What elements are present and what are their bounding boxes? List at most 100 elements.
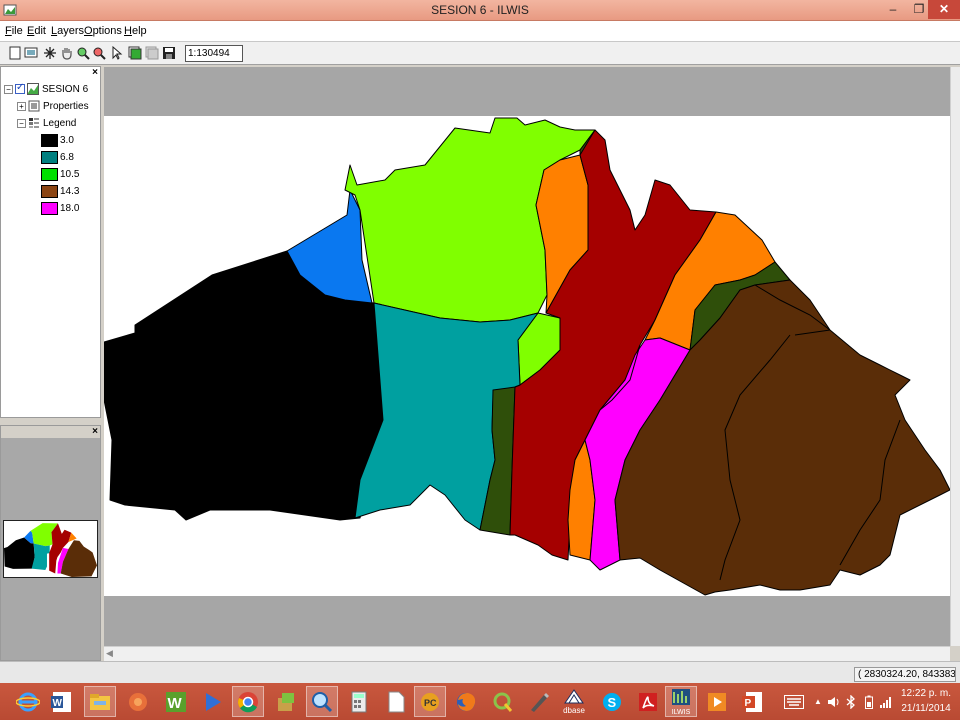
legend-swatch: [41, 201, 58, 215]
document-icon[interactable]: [380, 686, 412, 717]
menu-options[interactable]: Options: [84, 25, 122, 37]
menu-file[interactable]: File: [5, 25, 23, 37]
svg-text:S: S: [608, 695, 617, 710]
layer-visible-checkbox[interactable]: [15, 82, 25, 94]
network-signal-icon[interactable]: [878, 683, 894, 720]
legend-label: 3.0: [60, 134, 74, 146]
tree-root[interactable]: − SESION 6: [4, 82, 88, 96]
remove-layer-icon[interactable]: [144, 45, 160, 61]
calculator-icon[interactable]: [343, 686, 375, 717]
overview-map: [4, 523, 97, 577]
taskbar: W W PC dbase S ILWIS P ▲ 12:22 p. m. 21/…: [0, 683, 960, 720]
skype-icon[interactable]: S: [596, 686, 628, 717]
tray-expand-icon[interactable]: ▲: [812, 683, 824, 720]
layer-panel-close-button[interactable]: ×: [92, 67, 98, 78]
add-layer-icon[interactable]: [127, 45, 143, 61]
close-button[interactable]: ✕: [928, 0, 960, 19]
keyboard-icon[interactable]: [782, 683, 806, 720]
tree-root-label: SESION 6: [42, 83, 89, 95]
pen-icon[interactable]: [523, 686, 555, 717]
toolbar: 1:130494: [0, 41, 960, 65]
status-bar: ( 2830324.20, 843383.10): [0, 661, 960, 683]
title-bar: SESION 6 - ILWIS ‒ ❐ ✕: [0, 0, 960, 21]
legend-item: 14.3: [41, 184, 79, 198]
expand-icon[interactable]: +: [17, 101, 26, 111]
scale-field[interactable]: 1:130494: [185, 45, 243, 62]
internet-explorer-icon[interactable]: [12, 686, 44, 717]
save-icon[interactable]: [161, 45, 177, 61]
tree-properties-label: Properties: [43, 100, 89, 112]
ilwis-window: SESION 6 - ILWIS ‒ ❐ ✕ File Edit Layers …: [0, 0, 960, 720]
zoom-out-icon[interactable]: [91, 45, 107, 61]
chrome-icon[interactable]: [232, 686, 264, 717]
legend-item: 18.0: [41, 201, 79, 215]
classified-map[interactable]: [104, 67, 950, 646]
ilwis-icon[interactable]: ILWIS: [665, 686, 697, 717]
legend-item: 10.5: [41, 167, 79, 181]
tree-properties[interactable]: + Properties: [17, 99, 89, 113]
menu-bar: File Edit Layers Options Help: [0, 21, 960, 41]
firefox-icon[interactable]: [450, 686, 482, 717]
window-title: SESION 6 - ILWIS: [431, 3, 529, 17]
overview-panel: ×: [0, 425, 101, 661]
legend-swatch: [41, 133, 58, 147]
horizontal-scrollbar[interactable]: ◀: [104, 646, 950, 661]
clock-time: 12:22 p. m.: [900, 688, 952, 699]
media-player-icon[interactable]: [196, 686, 228, 717]
panel-splitter[interactable]: [0, 418, 101, 425]
legend-item: 6.8: [41, 150, 74, 164]
video-icon[interactable]: [701, 686, 733, 717]
legend-item: 3.0: [41, 133, 74, 147]
tree-legend-label: Legend: [43, 117, 77, 129]
svg-text:W: W: [53, 698, 63, 709]
open-icon[interactable]: [23, 45, 39, 61]
powerpoint-icon[interactable]: P: [737, 686, 769, 717]
legend-label: 6.8: [60, 151, 74, 163]
legend-label: 18.0: [60, 202, 80, 214]
pan-hand-icon[interactable]: [59, 45, 75, 61]
minimize-button[interactable]: ‒: [880, 0, 906, 19]
clock-date: 21/11/2014: [901, 703, 951, 714]
qgis-icon[interactable]: [487, 686, 519, 717]
battery-icon[interactable]: [862, 683, 876, 720]
svg-text:PC: PC: [424, 698, 437, 708]
search-app-icon[interactable]: [306, 686, 338, 717]
bluetooth-icon[interactable]: [844, 683, 858, 720]
legend-swatch: [41, 150, 58, 164]
menu-layers[interactable]: Layers: [51, 25, 84, 37]
winword-icon[interactable]: W: [160, 686, 192, 717]
map-view-icon: [27, 83, 39, 95]
word-icon[interactable]: W: [46, 686, 78, 717]
new-map-icon[interactable]: [7, 45, 23, 61]
collapse-icon[interactable]: −: [17, 118, 26, 128]
tree-legend[interactable]: − Legend: [17, 116, 76, 130]
scroll-left-icon[interactable]: ◀: [106, 648, 113, 659]
select-pointer-icon[interactable]: [42, 45, 58, 61]
svg-text:W: W: [168, 695, 183, 712]
zoom-in-icon[interactable]: [75, 45, 91, 61]
legend-icon: [29, 118, 39, 128]
dbase-icon[interactable]: dbase: [558, 686, 590, 717]
dbase-label: dbase: [563, 706, 585, 715]
ilwis-label: ILWIS: [671, 708, 691, 716]
acrobat-icon[interactable]: [632, 686, 664, 717]
overview-thumbnail[interactable]: [3, 520, 98, 578]
pac-icon[interactable]: PC: [414, 686, 446, 717]
package-icon[interactable]: [270, 686, 302, 717]
file-explorer-icon[interactable]: [84, 686, 116, 717]
app-orange-icon[interactable]: [122, 686, 154, 717]
menu-help[interactable]: Help: [124, 25, 147, 37]
menu-edit[interactable]: Edit: [27, 25, 46, 37]
legend-label: 14.3: [60, 185, 80, 197]
system-clock[interactable]: 12:22 p. m. 21/11/2014: [897, 686, 955, 716]
properties-icon: [28, 100, 40, 112]
collapse-icon[interactable]: −: [4, 84, 13, 94]
legend-swatch: [41, 184, 58, 198]
legend-swatch: [41, 167, 58, 181]
layer-panel: × − SESION 6 + Properties − Legend 3.0 6…: [0, 66, 101, 418]
arrow-pointer-icon[interactable]: [108, 45, 124, 61]
volume-icon[interactable]: [826, 683, 840, 720]
vertical-scrollbar[interactable]: [950, 67, 960, 646]
overview-close-button[interactable]: ×: [92, 426, 98, 437]
map-viewport[interactable]: [104, 67, 950, 646]
